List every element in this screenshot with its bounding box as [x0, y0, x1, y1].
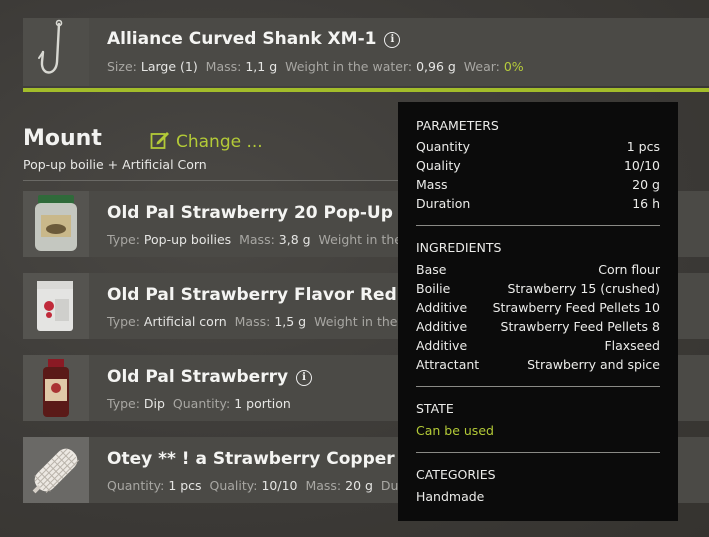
item-image — [23, 273, 89, 339]
parameters-heading: PARAMETERS — [416, 118, 499, 133]
state-value: Can be used — [416, 423, 494, 438]
param-row: Mass 20 g — [416, 177, 660, 192]
info-icon[interactable]: i — [296, 370, 313, 386]
item-image — [23, 437, 89, 503]
categories-value: Handmade — [416, 489, 485, 504]
categories-heading: CATEGORIES — [416, 467, 496, 482]
tooltip-divider — [416, 386, 660, 387]
param-row: Quality 10/10 — [416, 158, 660, 173]
item-title: Old Pal Strawberry 20 Pop-Upi — [107, 203, 417, 223]
param-row: Quantity 1 pcs — [416, 139, 660, 154]
hook-title: Alliance Curved Shank XM-1 i — [107, 29, 401, 49]
item-meta: Type: Artificial corn Mass: 1,5 g Weight… — [107, 314, 425, 329]
item-meta: Type: Dip Quantity: 1 portion — [107, 396, 291, 411]
ingredient-row: Additive Strawberry Feed Pellets 10 — [416, 300, 660, 315]
item-title: Old Pal Strawberry Flavor Redi — [107, 285, 421, 305]
ingredient-row: Additive Strawberry Feed Pellets 8 — [416, 319, 660, 334]
item-image — [23, 191, 89, 257]
mount-title: Mount — [23, 126, 102, 151]
item-image — [23, 355, 89, 421]
param-row: Duration 16 h — [416, 196, 660, 211]
change-button[interactable]: Change ... — [150, 130, 263, 152]
ingredient-row: Attractant Strawberry and spice — [416, 357, 660, 372]
item-tooltip: PARAMETERS Quantity 1 pcs Quality 10/10 Ma… — [398, 102, 678, 521]
ingredient-row: Additive Flaxseed — [416, 338, 660, 353]
ingredient-row: Base Corn flour — [416, 262, 660, 277]
item-meta: Type: Pop-up boilies Mass: 3,8 g Weight … — [107, 232, 424, 247]
item-title: Otey ** ! a Strawberry Copper **i — [107, 449, 443, 469]
tooltip-divider — [416, 452, 660, 453]
tooltip-divider — [416, 225, 660, 226]
mount-subtitle: Pop-up boilie + Artificial Corn — [23, 157, 207, 172]
info-icon[interactable]: i — [384, 32, 401, 48]
divider — [23, 180, 399, 181]
hook-image — [23, 18, 89, 86]
state-heading: STATE — [416, 401, 454, 416]
hook-green-bar — [23, 88, 709, 92]
item-title: Old Pal Strawberry i — [107, 367, 313, 387]
hook-meta: Size: Large (1) Mass: 1,1 g Weight in th… — [107, 59, 524, 74]
edit-icon — [150, 132, 169, 149]
hook-row[interactable]: Alliance Curved Shank XM-1 i Size: Large … — [23, 18, 709, 86]
item-meta: Quantity: 1 pcs Quality: 10/10 Mass: 20 … — [107, 478, 427, 493]
ingredient-row: Boilie Strawberry 15 (crushed) — [416, 281, 660, 296]
ingredients-heading: INGREDIENTS — [416, 240, 502, 255]
